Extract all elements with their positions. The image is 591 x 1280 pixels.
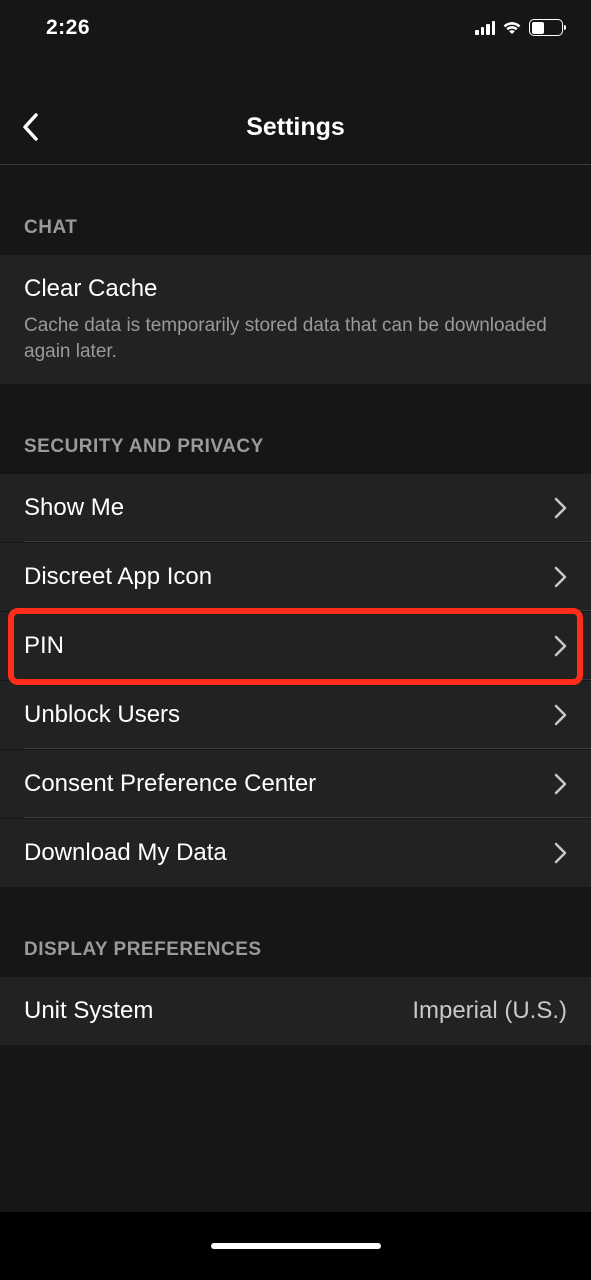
consent-preference-center-label: Consent Preference Center (24, 770, 316, 798)
status-time: 2:26 (46, 16, 90, 40)
status-bar: 2:26 38 (0, 0, 591, 55)
section-header-chat: CHAT (0, 165, 591, 255)
chevron-right-icon (554, 773, 567, 795)
clear-cache-label: Clear Cache (24, 275, 567, 303)
chevron-right-icon (554, 842, 567, 864)
show-me-label: Show Me (24, 494, 124, 522)
clear-cache-description: Cache data is temporarily stored data th… (24, 313, 567, 364)
settings-content: CHAT Clear Cache Cache data is temporari… (0, 165, 591, 1280)
unit-system-value: Imperial (U.S.) (412, 997, 567, 1025)
chevron-right-icon (554, 704, 567, 726)
nav-header: Settings (0, 90, 591, 165)
download-my-data-label: Download My Data (24, 839, 227, 867)
unblock-users-row[interactable]: Unblock Users (0, 681, 591, 750)
chevron-right-icon (554, 497, 567, 519)
cellular-icon (475, 21, 495, 35)
discreet-app-icon-label: Discreet App Icon (24, 563, 212, 591)
home-indicator[interactable] (211, 1243, 381, 1249)
consent-preference-center-row[interactable]: Consent Preference Center (0, 750, 591, 819)
back-button[interactable] (10, 107, 50, 147)
unblock-users-label: Unblock Users (24, 701, 180, 729)
chevron-right-icon (554, 566, 567, 588)
pin-label: PIN (24, 632, 64, 660)
home-indicator-bar (0, 1212, 591, 1280)
page-title: Settings (246, 113, 345, 142)
chevron-right-icon (554, 635, 567, 657)
download-my-data-row[interactable]: Download My Data (0, 819, 591, 887)
clear-cache-row[interactable]: Clear Cache Cache data is temporarily st… (0, 255, 591, 384)
unit-system-label: Unit System (24, 997, 153, 1025)
unit-system-row[interactable]: Unit System Imperial (U.S.) (0, 977, 591, 1045)
battery-icon: 38 (529, 19, 563, 36)
status-indicators: 38 (475, 19, 563, 36)
show-me-row[interactable]: Show Me (0, 474, 591, 543)
pin-row[interactable]: PIN (0, 612, 591, 681)
section-header-security: SECURITY AND PRIVACY (0, 384, 591, 474)
chevron-left-icon (22, 113, 38, 141)
section-header-display: DISPLAY PREFERENCES (0, 887, 591, 977)
wifi-icon (502, 20, 522, 35)
discreet-app-icon-row[interactable]: Discreet App Icon (0, 543, 591, 612)
